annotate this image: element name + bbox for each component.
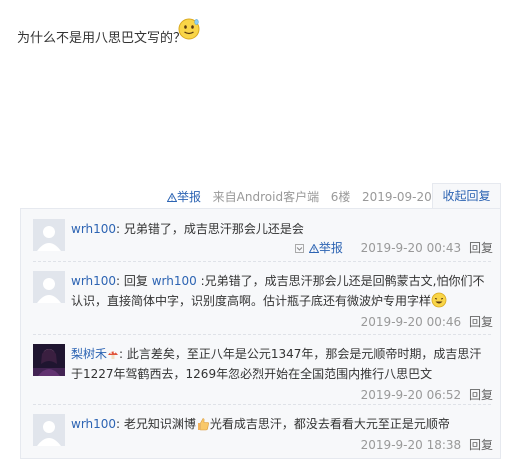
reply-username[interactable]: wrh100 — [71, 274, 116, 288]
reply-content: 梨树禾 : 此言差矣，至正八年是公元1347年，那会是元顺帝时期，成吉思汗于12… — [71, 344, 491, 384]
reply-button[interactable]: 回复 — [469, 241, 493, 255]
default-avatar-icon — [33, 271, 65, 303]
warning-triangle-icon — [308, 243, 320, 253]
reply-footer: 2019-9-20 18:38 回复 — [361, 436, 493, 453]
default-avatar-icon — [33, 414, 65, 446]
reply-button[interactable]: 回复 — [469, 315, 493, 329]
reply-footer: 2019-9-20 00:46 回复 — [361, 313, 493, 330]
post-report-link[interactable]: 举报 — [166, 190, 202, 204]
thumbs-up-emoji-icon — [197, 418, 209, 431]
divider — [33, 404, 491, 405]
post-report-label: 举报 — [177, 190, 202, 204]
mushroom-icon — [108, 351, 119, 359]
post-meta: 举报 来自Android客户端 6楼 2019-09-20 00:40 — [166, 188, 470, 205]
reply-text-a: : 老兄知识渊博 — [116, 417, 196, 431]
avatar[interactable] — [33, 271, 65, 303]
reply-button[interactable]: 回复 — [469, 388, 493, 402]
reply-footer: 举报 2019-9-20 00:43 回复 — [294, 239, 493, 256]
reply-username[interactable]: wrh100 — [71, 222, 116, 236]
reply-content: wrh100: 老兄知识渊博 光看成吉思汗，都没去看看大元至正是元顺帝 — [71, 414, 491, 434]
reply-text-b: 光看成吉思汗，都没去看看大元至正是元顺帝 — [209, 417, 450, 431]
warning-triangle-icon — [166, 192, 178, 202]
reply-text: : 此言差矣，至正八年是公元1347年，那会是元顺帝时期，成吉思汗于1227年驾… — [71, 347, 482, 381]
post-client: 来自Android客户端 — [212, 190, 320, 204]
avatar[interactable] — [33, 414, 65, 446]
reply-content: wrh100: 回复 wrh100 :兄弟错了，成吉思汗那会儿还是回鹘蒙古文,怕… — [71, 271, 491, 311]
reply-text: : 兄弟错了，成吉思汗那会儿还是会 — [116, 222, 304, 236]
reply-datetime: 2019-9-20 00:43 — [360, 241, 462, 255]
reply-datetime: 2019-9-20 00:46 — [360, 315, 462, 329]
post-text: 为什么不是用八思巴文写的？ — [17, 31, 187, 46]
default-avatar-icon — [33, 219, 65, 251]
reply-content: wrh100: 兄弟错了，成吉思汗那会儿还是会 — [71, 219, 491, 239]
avatar[interactable] — [33, 344, 65, 376]
reply-list: wrh100: 兄弟错了，成吉思汗那会儿还是会 举报 2019-9-20 00:… — [20, 208, 501, 459]
reply-button[interactable]: 回复 — [469, 438, 493, 452]
sweat-smile-emoji-icon — [178, 18, 200, 40]
user-photo-avatar — [33, 344, 65, 376]
reply-datetime: 2019-9-20 06:52 — [360, 388, 462, 402]
reply-datetime: 2019-9-20 18:38 — [360, 438, 462, 452]
reply-prefix: : 回复 — [116, 274, 152, 288]
reply-report-label: 举报 — [318, 241, 343, 255]
reply-footer: 2019-9-20 06:52 回复 — [361, 386, 493, 403]
reply-report-link[interactable]: 举报 — [294, 241, 347, 255]
collapse-replies-button[interactable]: 收起回复 — [432, 183, 501, 209]
reply-username[interactable]: 梨树禾 — [71, 347, 107, 361]
avatar[interactable] — [33, 219, 65, 251]
post-floor: 6楼 — [330, 190, 351, 204]
divider — [33, 261, 491, 262]
dropdown-box-icon — [294, 244, 304, 253]
reply-username[interactable]: wrh100 — [71, 417, 116, 431]
divider — [33, 334, 491, 335]
laughing-emoji-icon — [431, 292, 447, 308]
reply-to-username[interactable]: wrh100 — [152, 274, 197, 288]
